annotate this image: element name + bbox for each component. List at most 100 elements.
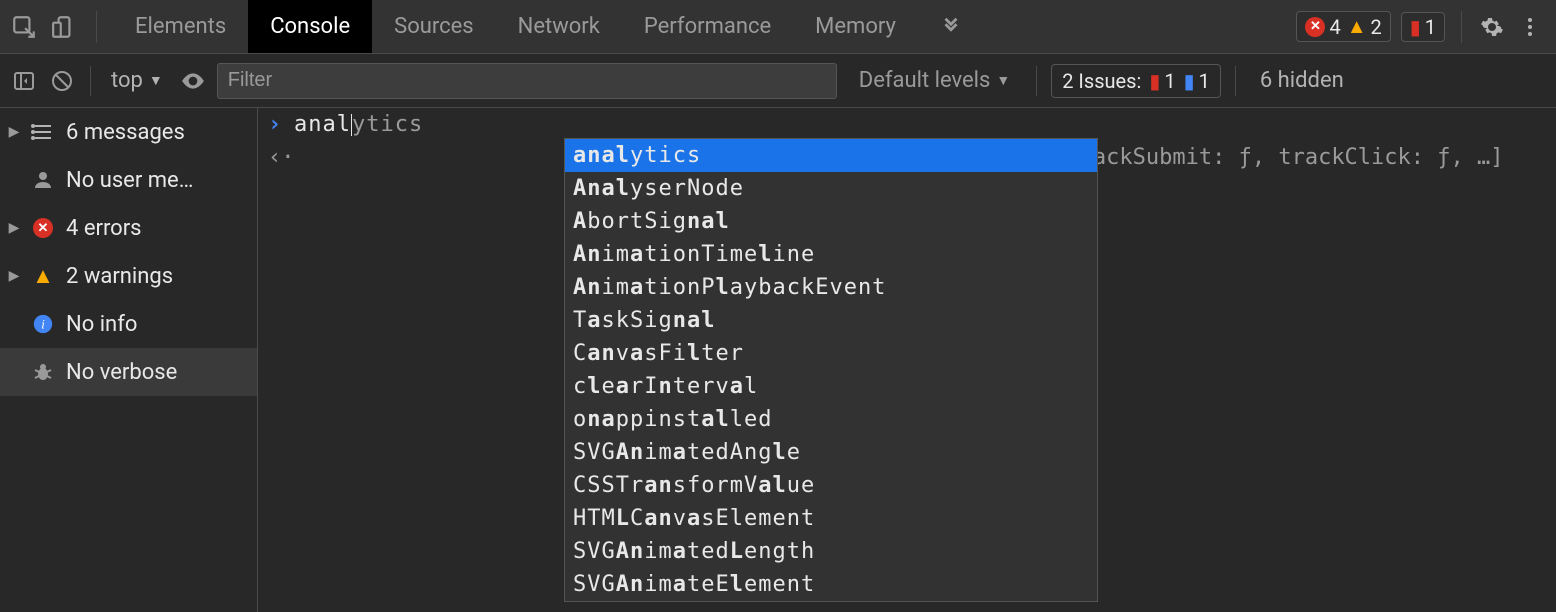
console-input-text: analytics (294, 112, 423, 137)
autocomplete-item[interactable]: AnimationPlaybackEvent (565, 271, 1097, 304)
tabs-container: Elements Console Sources Network Perform… (113, 0, 984, 53)
sidebar-item-label: 2 warnings (66, 264, 249, 289)
sidebar-item-label: No info (66, 312, 249, 337)
info-icon: i (30, 313, 56, 335)
execution-context-select[interactable]: top ▼ (105, 68, 169, 93)
issues-label: 2 Issues: (1062, 69, 1141, 93)
separator (1461, 11, 1462, 43)
bug-icon (30, 360, 56, 384)
tab-label: Elements (135, 14, 226, 39)
error-warning-badge[interactable]: ✕ 4 ▲ 2 (1296, 11, 1390, 42)
autocomplete-item[interactable]: AbortSignal (565, 205, 1097, 238)
issues-info-count: ▮1 (1184, 69, 1210, 93)
errors-count-badge: ✕ 4 (1305, 15, 1340, 39)
autocomplete-item[interactable]: onappinstalled (565, 403, 1097, 436)
expand-icon[interactable]: ▶ (8, 124, 20, 140)
tab-sources[interactable]: Sources (372, 0, 496, 53)
autocomplete-item[interactable]: SVGAnimateElement (565, 568, 1097, 601)
tabbar-left-icons (0, 11, 113, 43)
clear-console-icon[interactable] (48, 67, 76, 95)
issues-error-count: ▮1 (1149, 69, 1175, 93)
dropdown-icon: ▼ (996, 72, 1010, 89)
issues-badge[interactable]: ▮ 1 (1401, 12, 1445, 42)
autocomplete-popup[interactable]: analyticsAnalyserNodeAbortSignalAnimatio… (564, 138, 1098, 602)
console-output[interactable]: › analytics ‹· (20), factory: ƒ, trackSu… (258, 108, 1556, 612)
expand-icon[interactable]: ▶ (8, 268, 20, 284)
tab-network[interactable]: Network (496, 0, 622, 53)
user-icon (30, 168, 56, 192)
warnings-count: 2 (1370, 15, 1381, 39)
autocomplete-item[interactable]: TaskSignal (565, 304, 1097, 337)
autocomplete-item[interactable]: analytics (565, 139, 1097, 172)
ghost-text: ytics (352, 112, 423, 137)
tab-memory[interactable]: Memory (793, 0, 918, 53)
autocomplete-item[interactable]: CSSTransformValue (565, 469, 1097, 502)
separator (1235, 66, 1236, 96)
settings-icon[interactable] (1478, 13, 1506, 41)
sidebar-item[interactable]: ▶ ▲ 2 warnings (0, 252, 257, 300)
sidebar-item-label: 4 errors (66, 216, 249, 241)
tabbar-right: ✕ 4 ▲ 2 ▮ 1 (1296, 11, 1556, 43)
device-toolbar-icon[interactable] (50, 13, 78, 41)
autocomplete-item[interactable]: AnalyserNode (565, 172, 1097, 205)
console-toolbar: top ▼ Default levels ▼ 2 Issues: ▮1 ▮1 6… (0, 54, 1556, 108)
error-icon: ✕ (30, 218, 56, 238)
autocomplete-item[interactable]: clearInterval (565, 370, 1097, 403)
separator (1036, 66, 1037, 96)
issues-button[interactable]: 2 Issues: ▮1 ▮1 (1051, 64, 1221, 98)
tab-console[interactable]: Console (248, 0, 372, 53)
console-sidebar: ▶ 6 messages No user me… ▶ ✕ 4 errors ▶ ▲ 2 warn… (0, 108, 258, 612)
sidebar-item-label: 6 messages (66, 120, 249, 145)
typed-text: anal (294, 112, 351, 137)
errors-count: 4 (1329, 15, 1340, 39)
more-menu-icon[interactable] (1516, 13, 1544, 41)
tab-label: Console (270, 14, 350, 39)
log-levels-select[interactable]: Default levels ▼ (847, 68, 1022, 93)
sidebar-item[interactable]: ▶ 6 messages (0, 108, 257, 156)
message-icon: ▮ (1410, 15, 1421, 39)
tab-label: Network (518, 14, 600, 39)
messages-count: 1 (1425, 15, 1436, 39)
warnings-count-badge: ▲ 2 (1347, 14, 1382, 39)
messages-count-badge: ▮ 1 (1410, 15, 1436, 39)
context-label: top (111, 68, 143, 93)
tab-label: Performance (644, 14, 771, 39)
console-input-line[interactable]: › analytics (258, 108, 1556, 141)
tab-elements[interactable]: Elements (113, 0, 248, 53)
tab-label: Memory (815, 14, 896, 39)
expand-icon[interactable]: ▶ (8, 220, 20, 236)
console-content: ▶ 6 messages No user me… ▶ ✕ 4 errors ▶ ▲ 2 warn… (0, 108, 1556, 612)
sidebar-item-label: No verbose (66, 360, 249, 385)
live-expression-icon[interactable] (179, 67, 207, 95)
sidebar-item-label: No user me… (66, 168, 249, 193)
result-icon: ‹· (268, 145, 284, 170)
tabs-overflow-icon[interactable] (918, 0, 984, 53)
hidden-label: 6 hidden (1260, 68, 1344, 93)
sidebar-item[interactable]: No user me… (0, 156, 257, 204)
list-icon (30, 120, 56, 144)
autocomplete-item[interactable]: SVGAnimatedLength (565, 535, 1097, 568)
autocomplete-item[interactable]: CanvasFilter (565, 337, 1097, 370)
autocomplete-item[interactable]: AnimationTimeline (565, 238, 1097, 271)
svg-text:i: i (41, 318, 45, 332)
sidebar-item[interactable]: ▶ ✕ 4 errors (0, 204, 257, 252)
warning-icon: ▲ (1347, 14, 1367, 39)
separator (96, 11, 97, 43)
sidebar-item[interactable]: i No info (0, 300, 257, 348)
levels-label: Default levels (859, 68, 991, 93)
dropdown-icon: ▼ (149, 72, 163, 89)
tab-label: Sources (394, 14, 474, 39)
devtools-tabbar: Elements Console Sources Network Perform… (0, 0, 1556, 54)
sidebar-toggle-icon[interactable] (10, 67, 38, 95)
warning-icon: ▲ (30, 263, 56, 289)
hidden-messages-button[interactable]: 6 hidden (1250, 68, 1354, 93)
inspect-element-icon[interactable] (10, 13, 38, 41)
tab-performance[interactable]: Performance (622, 0, 793, 53)
error-icon: ✕ (1305, 17, 1325, 37)
autocomplete-item[interactable]: HTMLCanvasElement (565, 502, 1097, 535)
separator (90, 66, 91, 96)
prompt-icon: › (268, 112, 284, 137)
autocomplete-item[interactable]: SVGAnimatedAngle (565, 436, 1097, 469)
console-filter-input[interactable] (217, 63, 837, 99)
sidebar-item[interactable]: No verbose (0, 348, 257, 396)
